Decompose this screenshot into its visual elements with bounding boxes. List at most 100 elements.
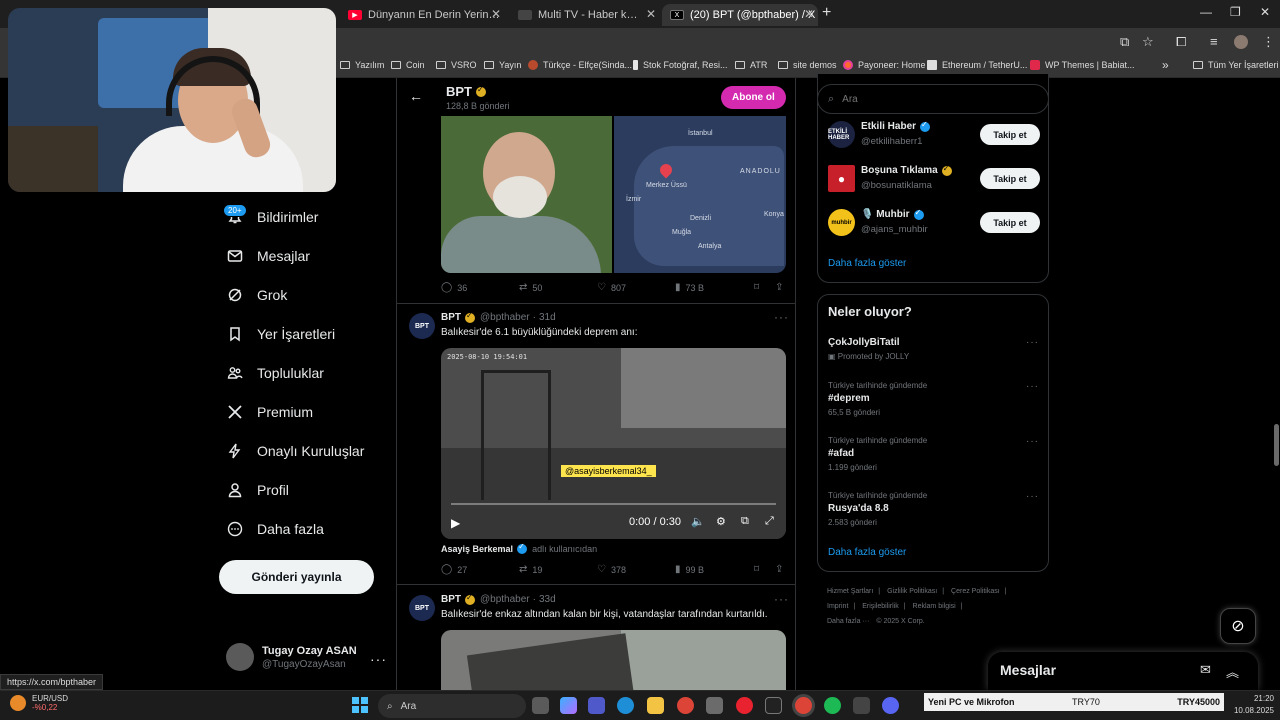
fullscreen-icon[interactable]: ⤢: [765, 515, 774, 528]
footer-link-more[interactable]: Daha fazla ···: [827, 618, 869, 625]
like-button[interactable]: ♡ 378: [597, 564, 626, 575]
all-bookmarks[interactable]: Tüm Yer İşaretleri: [1193, 60, 1279, 70]
trend-item[interactable]: Türkiye tarihinde gündemde Rusya'da 8.8 …: [828, 491, 1040, 527]
restore-icon[interactable]: ❐: [1230, 5, 1241, 19]
task-view-icon[interactable]: [532, 697, 549, 714]
close-icon[interactable]: ✕: [646, 7, 656, 21]
tweet-author-name[interactable]: BPT: [441, 594, 461, 605]
nav-more[interactable]: Daha fazla: [226, 520, 324, 538]
app-icon[interactable]: [706, 697, 723, 714]
bookmark-vsro[interactable]: VSRO: [436, 60, 477, 70]
spotify-icon[interactable]: [824, 697, 841, 714]
avatar[interactable]: BPT: [409, 313, 435, 339]
bookmark-coin[interactable]: Coin: [391, 60, 425, 70]
nav-messages[interactable]: Mesajlar: [226, 247, 310, 265]
tweet-more-icon[interactable]: ···: [774, 592, 789, 606]
expand-up-icon[interactable]: ︽: [1226, 662, 1239, 681]
follow-button[interactable]: Takip et: [980, 212, 1040, 233]
stock-widget[interactable]: EUR/USD -%0,22: [10, 694, 68, 712]
footer-link-ads-info[interactable]: Reklam bilgisi: [913, 603, 956, 610]
new-tab-button[interactable]: +: [822, 4, 831, 22]
tweet-media-image[interactable]: [441, 630, 786, 690]
trend-item[interactable]: Türkiye tarihinde gündemde #afad 1.199 g…: [828, 436, 1040, 472]
volume-icon[interactable]: 🔈: [691, 515, 705, 528]
bookmark-yazilim[interactable]: Yazılım: [340, 60, 384, 70]
system-clock[interactable]: 21:20 10.08.2025: [1228, 693, 1274, 717]
menu-icon[interactable]: ⋮: [1262, 34, 1275, 50]
close-window-icon[interactable]: ✕: [1260, 5, 1270, 19]
page-scrollbar[interactable]: [1274, 424, 1279, 466]
nav-communities[interactable]: Topluluklar: [226, 364, 324, 382]
minimize-icon[interactable]: —: [1200, 5, 1212, 19]
trend-more-icon[interactable]: ···: [1026, 381, 1039, 392]
bookmark-turkce-elfce[interactable]: Türkçe - Elfçe(Sinda...: [528, 60, 632, 70]
nav-verified-orgs[interactable]: Onaylı Kuruluşlar: [226, 442, 364, 460]
footer-link-accessibility[interactable]: Erişilebilirlik: [862, 603, 899, 610]
footer-link-imprint[interactable]: Imprint: [827, 603, 848, 610]
like-button[interactable]: ♡ 807: [597, 282, 626, 293]
avatar[interactable]: BPT: [409, 595, 435, 621]
trend-more-icon[interactable]: ···: [1026, 436, 1039, 447]
footer-link-cookies[interactable]: Çerez Politikası: [951, 588, 1000, 595]
app-icon[interactable]: [765, 697, 782, 714]
cast-icon[interactable]: ⧉: [1120, 34, 1129, 50]
reply-button[interactable]: ◯ 36: [441, 282, 467, 293]
follow-button[interactable]: Takip et: [980, 124, 1040, 145]
new-message-icon[interactable]: ✉: [1200, 662, 1211, 678]
share-icon[interactable]: ⇪: [775, 282, 783, 293]
play-icon[interactable]: ▶: [451, 516, 460, 530]
bookmark-yayin[interactable]: Yayın: [484, 60, 521, 70]
tweet-time[interactable]: 33d: [539, 594, 556, 605]
nav-premium[interactable]: Premium: [226, 403, 313, 421]
follow-suggestion[interactable]: ETKİLİ HABER Etkili Haber @etkilihaberr1…: [828, 118, 1040, 150]
bookmark-site-demos[interactable]: site demos: [778, 60, 837, 70]
follow-suggestion[interactable]: muhbir 🎙️ Muhbir @ajans_muhbir Takip et: [828, 206, 1040, 238]
share-icon[interactable]: ⇪: [775, 564, 783, 575]
star-icon[interactable]: ☆: [1142, 34, 1154, 50]
tweet-handle[interactable]: @bpthaber: [480, 594, 530, 605]
windows-start-icon[interactable]: [352, 697, 368, 713]
tab-youtube[interactable]: ▶ Dünyanın En Derin Yerine İnmek ✕: [340, 4, 505, 26]
close-icon[interactable]: ✕: [491, 7, 501, 21]
retweet-button[interactable]: ⇄ 50: [519, 282, 542, 293]
video-progress-bar[interactable]: [451, 503, 776, 505]
taskbar-search[interactable]: ⌕ Ara: [378, 694, 526, 718]
trend-more-icon[interactable]: ···: [1026, 337, 1039, 348]
credit-author[interactable]: Asayiş Berkemal: [441, 544, 513, 554]
teams-icon[interactable]: [588, 697, 605, 714]
bookmark-icon[interactable]: ⌑: [754, 564, 759, 575]
tab-x-bpt[interactable]: X (20) BPT (@bpthaber) / X ✕: [662, 4, 818, 26]
footer-link-privacy[interactable]: Gizlilik Politikası: [887, 588, 937, 595]
show-more-link[interactable]: Daha fazla göster: [828, 258, 906, 269]
file-explorer-icon[interactable]: [647, 697, 664, 714]
tweet-handle[interactable]: @bpthaber: [480, 312, 530, 323]
nav-profile[interactable]: Profil: [226, 481, 289, 499]
chrome-icon[interactable]: [677, 697, 694, 714]
retweet-button[interactable]: ⇄ 19: [519, 564, 542, 575]
nav-grok[interactable]: Grok: [226, 286, 287, 304]
pip-icon[interactable]: ⧉: [741, 515, 749, 528]
post-button[interactable]: Gönderi yayınla: [219, 560, 374, 594]
settings-icon[interactable]: ⚙: [716, 515, 726, 528]
bookmark-payoneer[interactable]: Payoneer: Home: [843, 60, 926, 70]
bookmark-wp-themes[interactable]: WP Themes | Babiat...: [1030, 60, 1135, 70]
account-switcher[interactable]: Tugay Ozay ASAN @TugayOzayAsan: [226, 643, 357, 671]
close-icon[interactable]: ✕: [804, 7, 814, 21]
account-more-icon[interactable]: ···: [370, 651, 387, 667]
tweet-more-icon[interactable]: ···: [774, 310, 789, 324]
trend-more-icon[interactable]: ···: [1026, 491, 1039, 502]
bookmarks-more-button[interactable]: »: [1162, 58, 1169, 72]
footer-link-terms[interactable]: Hizmet Şartları: [827, 588, 873, 595]
bookmark-ethereum[interactable]: Ethereum / TetherU...: [927, 60, 1027, 70]
extensions-icon[interactable]: ⧠: [1176, 34, 1186, 50]
reading-list-icon[interactable]: ≡: [1210, 34, 1218, 49]
trend-item[interactable]: Türkiye tarihinde gündemde #deprem 65,5 …: [828, 381, 1040, 417]
subscribe-button[interactable]: Abone ol: [721, 86, 786, 109]
copilot-icon[interactable]: [560, 697, 577, 714]
bookmark-icon[interactable]: ⌑: [754, 282, 759, 293]
reply-button[interactable]: ◯ 27: [441, 564, 467, 575]
search-box[interactable]: ⌕: [817, 84, 1049, 114]
tab-multitv[interactable]: Multi TV - Haber kanallarını aynı ✕: [510, 4, 660, 26]
back-arrow-icon[interactable]: ←: [409, 88, 423, 104]
edge-icon[interactable]: [617, 697, 634, 714]
